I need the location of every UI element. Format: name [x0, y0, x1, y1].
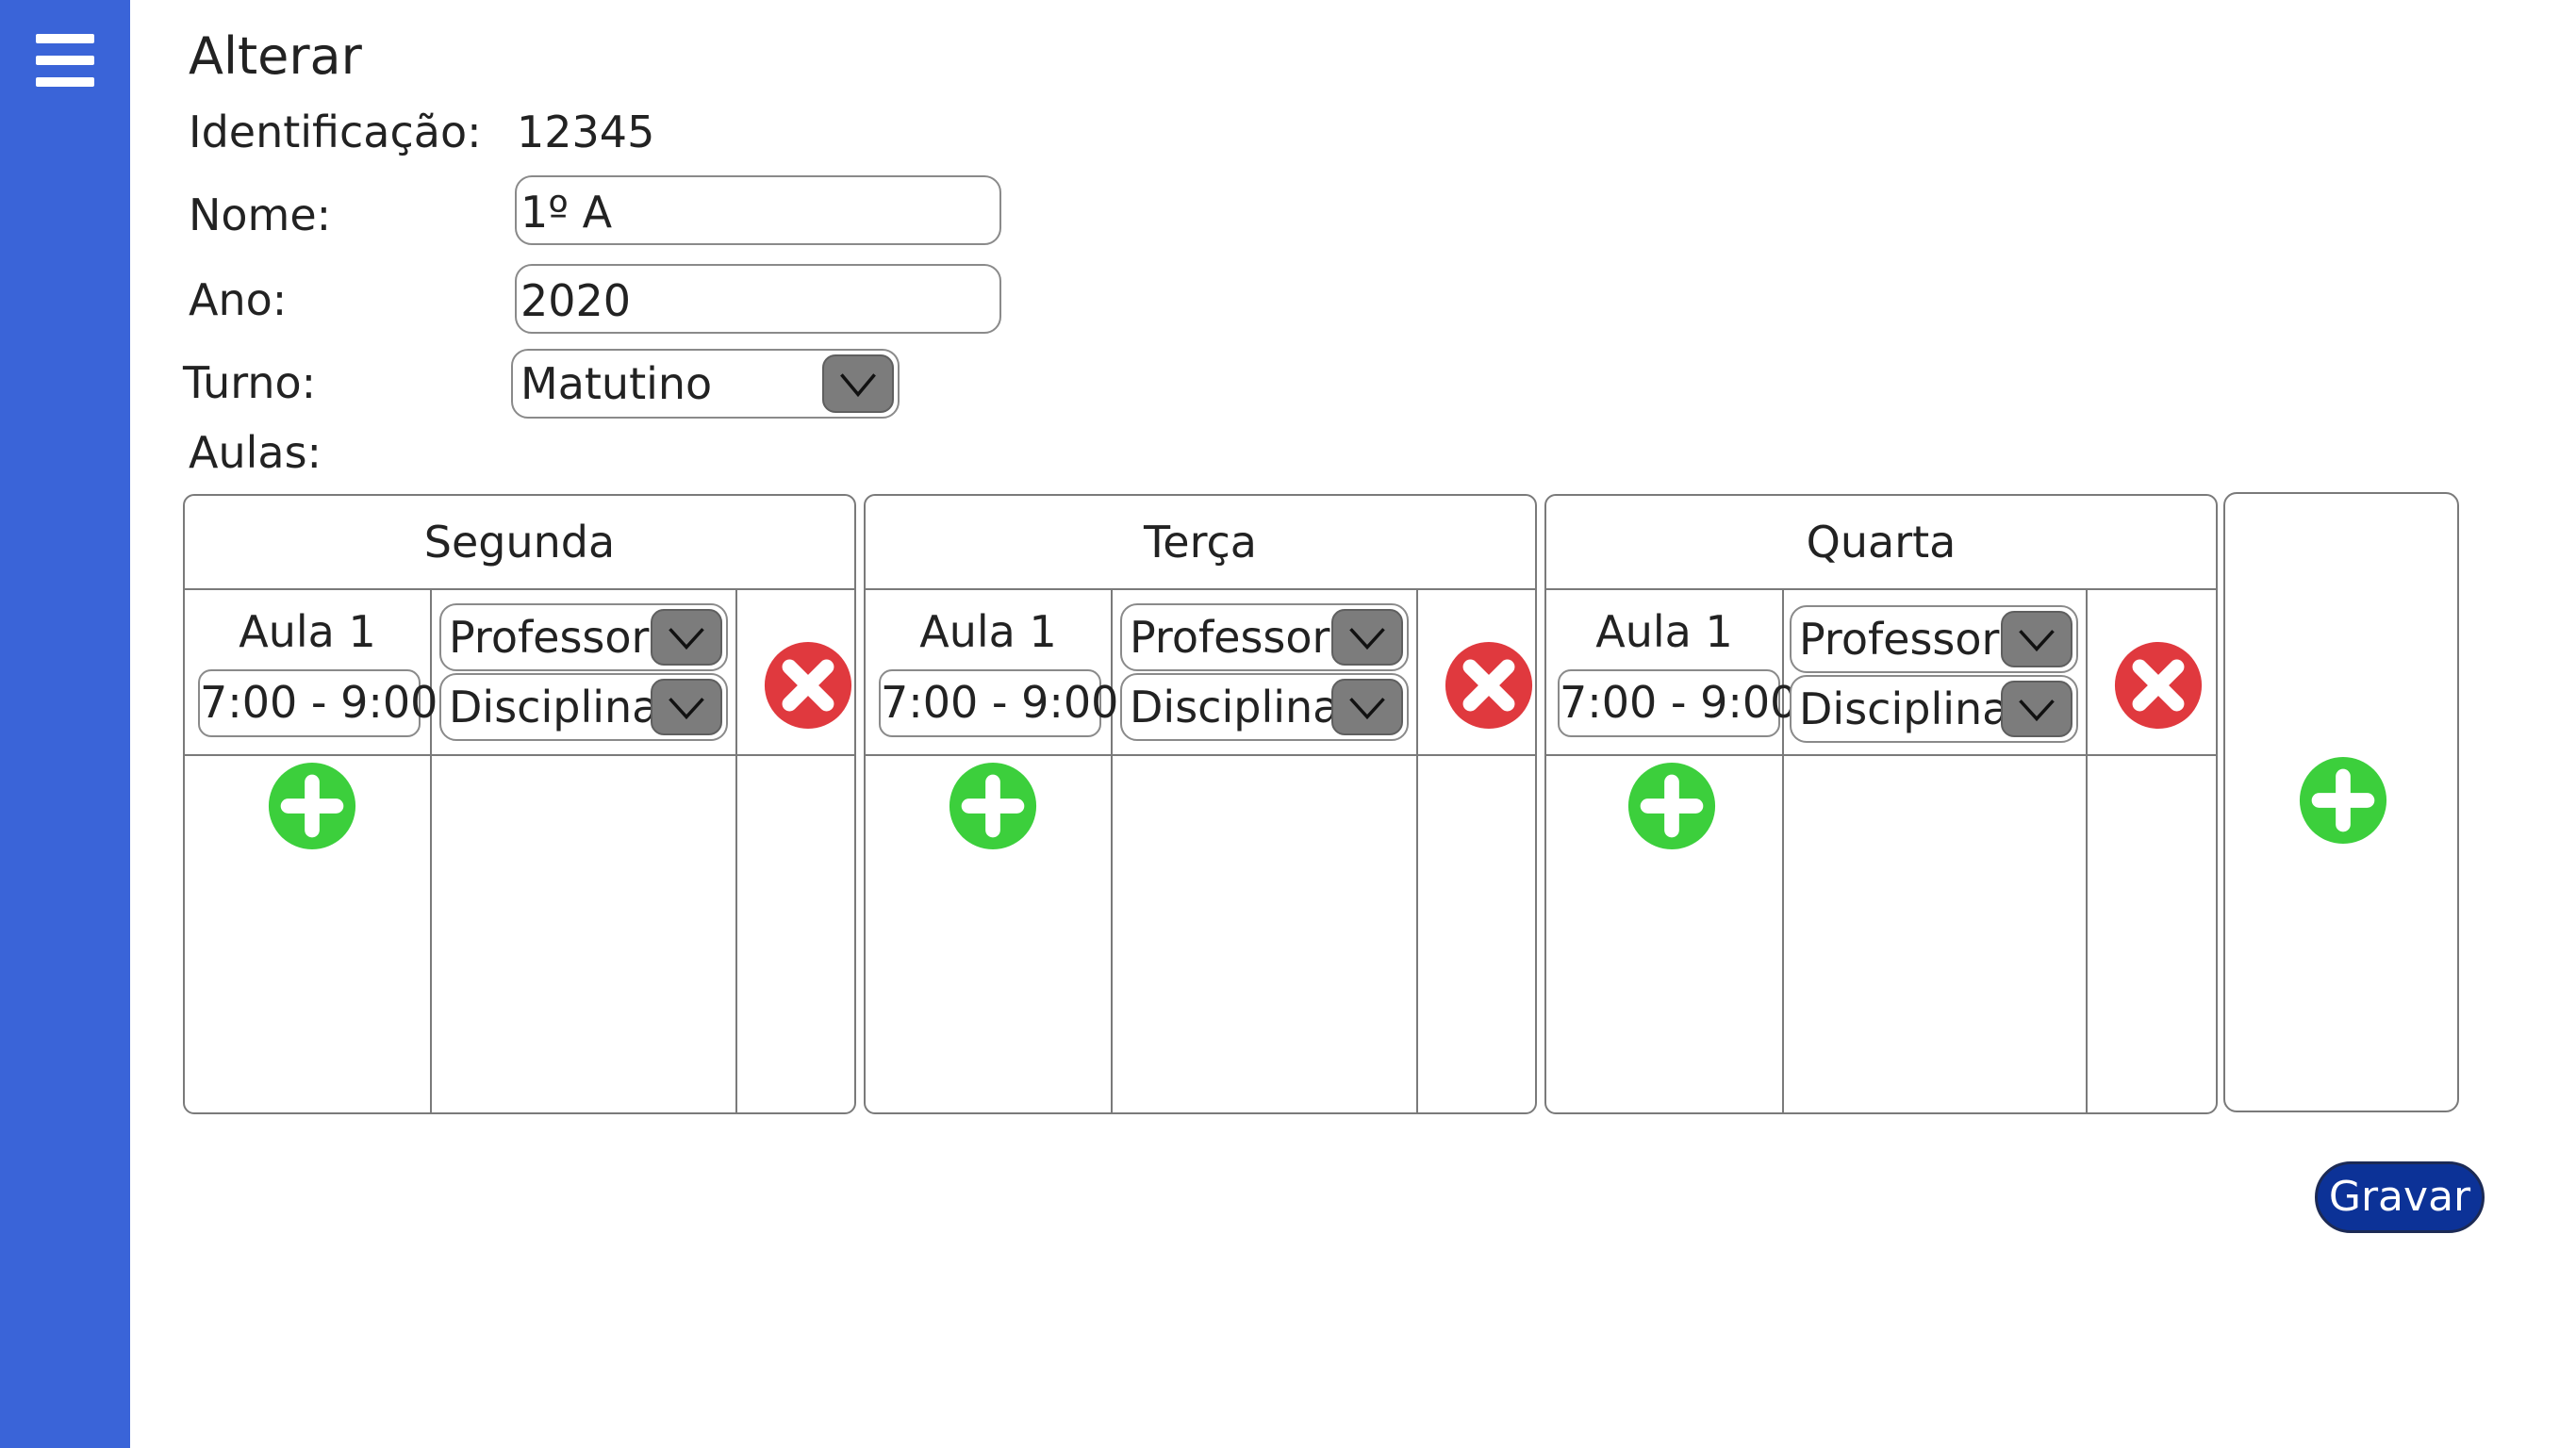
identificacao-value: 12345: [517, 107, 655, 157]
professor-select[interactable]: Professor: [1120, 603, 1409, 671]
chevron-down-icon[interactable]: [651, 609, 722, 666]
professor-value: Professor: [449, 612, 650, 663]
aulas-label: Aulas:: [189, 427, 322, 478]
day-column-segunda: Segunda Aula 1 7:00 - 9:00 Professor Dis…: [183, 494, 856, 1114]
chevron-down-icon[interactable]: [1331, 679, 1403, 735]
disciplina-select[interactable]: Disciplina: [439, 673, 728, 741]
remove-aula-close-circle-icon[interactable]: [1443, 639, 1535, 732]
disciplina-value: Disciplina: [449, 682, 659, 732]
remove-aula-close-circle-icon[interactable]: [2112, 639, 2204, 732]
day-column-quarta: Quarta Aula 1 7:00 - 9:00 Professor Disc…: [1544, 494, 2218, 1114]
identificacao-label: Identificação:: [189, 107, 482, 157]
add-aula-plus-circle-icon[interactable]: [1626, 760, 1718, 852]
add-aula-plus-circle-icon[interactable]: [266, 760, 358, 852]
add-aula-plus-circle-icon[interactable]: [947, 760, 1039, 852]
add-day-column: [2223, 492, 2459, 1112]
chevron-down-icon[interactable]: [2001, 611, 2072, 667]
aula-label: Aula 1: [1595, 606, 1733, 657]
nome-label: Nome:: [189, 189, 332, 240]
ano-input[interactable]: [515, 264, 1001, 334]
hamburger-menu-icon[interactable]: [36, 34, 94, 87]
chevron-down-icon[interactable]: [2001, 681, 2072, 737]
ano-label: Ano:: [189, 274, 288, 325]
disciplina-select[interactable]: Disciplina: [1790, 675, 2078, 743]
save-button[interactable]: Gravar: [2315, 1161, 2485, 1233]
disciplina-select[interactable]: Disciplina: [1120, 673, 1409, 741]
add-day-plus-circle-icon[interactable]: [2297, 754, 2389, 847]
disciplina-value: Disciplina: [1130, 682, 1340, 732]
day-header: Segunda: [185, 496, 854, 590]
disciplina-value: Disciplina: [1799, 683, 2009, 734]
aula-label: Aula 1: [239, 606, 376, 657]
turno-selected-value: Matutino: [520, 358, 713, 409]
chevron-down-icon[interactable]: [651, 679, 722, 735]
day-header: Quarta: [1546, 496, 2216, 590]
professor-select[interactable]: Professor: [1790, 605, 2078, 673]
chevron-down-icon[interactable]: [1331, 609, 1403, 666]
chevron-down-icon[interactable]: [822, 354, 894, 413]
sidebar: [0, 0, 130, 1448]
day-header: Terça: [866, 496, 1535, 590]
page-title: Alterar: [189, 26, 362, 86]
day-column-terca: Terça Aula 1 7:00 - 9:00 Professor Disci…: [864, 494, 1537, 1114]
nome-input[interactable]: [515, 175, 1001, 245]
time-range-field[interactable]: 7:00 - 9:00: [879, 669, 1118, 737]
time-range-field[interactable]: 7:00 - 9:00: [1558, 669, 1797, 737]
remove-aula-close-circle-icon[interactable]: [762, 639, 854, 732]
time-range-field[interactable]: 7:00 - 9:00: [198, 669, 438, 737]
turno-select[interactable]: Matutino: [511, 349, 900, 419]
aula-label: Aula 1: [919, 606, 1057, 657]
professor-select[interactable]: Professor: [439, 603, 728, 671]
professor-value: Professor: [1799, 614, 2000, 665]
turno-label: Turno:: [183, 357, 317, 408]
professor-value: Professor: [1130, 612, 1330, 663]
